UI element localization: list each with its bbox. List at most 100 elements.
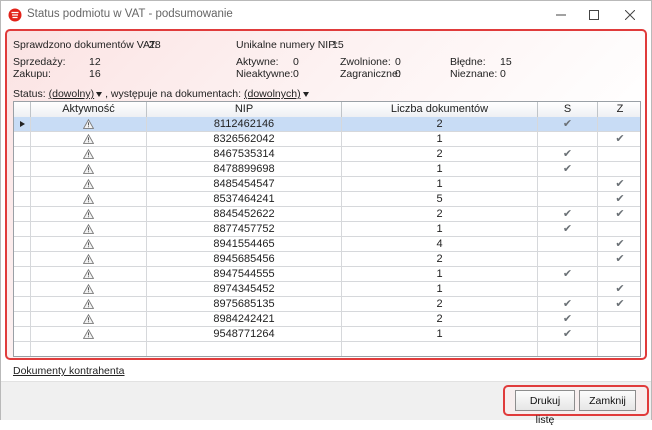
- table-row[interactable]: 8941554465 4 ✔: [14, 237, 640, 252]
- s-cell: ✔: [538, 327, 598, 341]
- col-header-z[interactable]: Z: [598, 102, 640, 117]
- s-cell: ✔: [538, 162, 598, 176]
- chevron-down-icon: [302, 91, 309, 97]
- table-row[interactable]: 8974345452 1 ✔: [14, 282, 640, 297]
- table-row[interactable]: 8984242421 2 ✔: [14, 312, 640, 327]
- activity-cell: [31, 207, 147, 221]
- table-row[interactable]: 8947544555 1 ✔: [14, 267, 640, 282]
- checkmark-icon: ✔: [562, 223, 573, 235]
- s-cell: [538, 132, 598, 146]
- checkmark-icon: ✔: [562, 118, 573, 130]
- row-indicator-cell[interactable]: [14, 117, 31, 131]
- doc-count-cell: 5: [342, 192, 538, 206]
- doc-count-cell: 2: [342, 117, 538, 131]
- table-row[interactable]: 8485454547 1 ✔: [14, 177, 640, 192]
- col-header-s[interactable]: S: [538, 102, 598, 117]
- s-cell: ✔: [538, 147, 598, 161]
- nip-cell: 8941554465: [147, 237, 342, 251]
- row-indicator-cell[interactable]: [14, 297, 31, 311]
- row-indicator-cell[interactable]: [14, 252, 31, 266]
- close-window-button[interactable]: [615, 4, 645, 26]
- doc-count-cell: 1: [342, 177, 538, 191]
- row-indicator-cell[interactable]: [14, 282, 31, 296]
- warning-triangle-icon: [83, 134, 94, 144]
- doc-count-cell: 4: [342, 237, 538, 251]
- col-header-nip[interactable]: NIP: [147, 102, 342, 117]
- exempt-value: 0: [395, 56, 401, 68]
- errors-label: Błędne:: [450, 56, 486, 68]
- close-button[interactable]: Zamknij: [579, 390, 636, 411]
- table-row[interactable]: 8975685135 2 ✔ ✔: [14, 297, 640, 312]
- nip-status-table[interactable]: Aktywność NIP Liczba dokumentów S Z 8112…: [13, 101, 641, 357]
- col-header-doc-count[interactable]: Liczba dokumentów: [342, 102, 538, 117]
- active-value: 0: [293, 56, 299, 68]
- title-bar[interactable]: Status podmiotu w VAT - podsumowanie: [1, 1, 651, 29]
- checkmark-icon: ✔: [615, 208, 625, 220]
- col-header-activity[interactable]: Aktywność: [31, 102, 147, 117]
- checkmark-icon: ✔: [562, 163, 573, 175]
- purchases-label: Zakupu:: [13, 68, 51, 80]
- table-row[interactable]: 8112462146 2 ✔: [14, 117, 640, 132]
- doc-count-cell: 2: [342, 312, 538, 326]
- warning-triangle-icon: [83, 269, 94, 279]
- row-indicator-cell[interactable]: [14, 312, 31, 326]
- s-cell: ✔: [538, 267, 598, 281]
- z-cell: ✔: [598, 207, 640, 221]
- table-row[interactable]: 8945685456 2 ✔: [14, 252, 640, 267]
- doc-count-cell: 1: [342, 282, 538, 296]
- doc-count-cell: 2: [342, 207, 538, 221]
- z-cell: [598, 312, 640, 326]
- table-row[interactable]: 8877457752 1 ✔: [14, 222, 640, 237]
- table-row[interactable]: 8326562042 1 ✔: [14, 132, 640, 147]
- warning-triangle-icon: [83, 119, 94, 129]
- nip-cell: 8945685456: [147, 252, 342, 266]
- checkmark-icon: ✔: [562, 268, 573, 280]
- s-cell: ✔: [538, 207, 598, 221]
- print-list-button[interactable]: Drukuj listę: [515, 390, 575, 426]
- doc-filter-dropdown[interactable]: (dowolnych): [244, 88, 309, 100]
- checked-docs-label: Sprawdzono dokumentów VAT:: [13, 39, 158, 51]
- maximize-button[interactable]: [579, 4, 609, 26]
- table-empty-area: [14, 342, 640, 356]
- unique-nip-label: Unikalne numery NIP:: [236, 39, 339, 51]
- doc-filter-label: , występuje na dokumentach:: [105, 88, 242, 100]
- activity-cell: [31, 297, 147, 311]
- z-cell: ✔: [598, 177, 640, 191]
- table-row[interactable]: 8478899698 1 ✔: [14, 162, 640, 177]
- row-indicator-cell[interactable]: [14, 222, 31, 236]
- nip-cell: 8112462146: [147, 117, 342, 131]
- checkmark-icon: ✔: [615, 253, 625, 265]
- checkmark-icon: ✔: [615, 238, 625, 250]
- checkmark-icon: ✔: [615, 298, 625, 310]
- activity-cell: [31, 267, 147, 281]
- minimize-button[interactable]: [546, 4, 576, 26]
- row-indicator-cell[interactable]: [14, 192, 31, 206]
- unknown-value: 0: [500, 68, 506, 80]
- doc-count-cell: 2: [342, 297, 538, 311]
- status-filter-dropdown[interactable]: (dowolny): [49, 88, 103, 100]
- dialog-window: Status podmiotu w VAT - podsumowanie Spr…: [0, 0, 652, 426]
- chevron-down-icon: [96, 91, 103, 97]
- contractor-documents-link[interactable]: Dokumenty kontrahenta: [13, 365, 124, 377]
- row-indicator-cell[interactable]: [14, 147, 31, 161]
- nip-cell: 9548771264: [147, 327, 342, 341]
- z-cell: [598, 327, 640, 341]
- s-cell: ✔: [538, 117, 598, 131]
- row-indicator-cell[interactable]: [14, 207, 31, 221]
- window-title: Status podmiotu w VAT - podsumowanie: [27, 8, 233, 20]
- s-cell: ✔: [538, 297, 598, 311]
- row-indicator-cell[interactable]: [14, 327, 31, 341]
- row-indicator-cell[interactable]: [14, 132, 31, 146]
- table-row[interactable]: 8467535314 2 ✔: [14, 147, 640, 162]
- warning-triangle-icon: [83, 209, 94, 219]
- nip-cell: 8485454547: [147, 177, 342, 191]
- table-row[interactable]: 8845452622 2 ✔ ✔: [14, 207, 640, 222]
- row-indicator-cell[interactable]: [14, 177, 31, 191]
- warning-triangle-icon: [83, 224, 94, 234]
- row-indicator-cell[interactable]: [14, 162, 31, 176]
- row-indicator-cell[interactable]: [14, 237, 31, 251]
- activity-cell: [31, 177, 147, 191]
- table-row[interactable]: 8537464241 5 ✔: [14, 192, 640, 207]
- row-indicator-cell[interactable]: [14, 267, 31, 281]
- table-row[interactable]: 9548771264 1 ✔: [14, 327, 640, 342]
